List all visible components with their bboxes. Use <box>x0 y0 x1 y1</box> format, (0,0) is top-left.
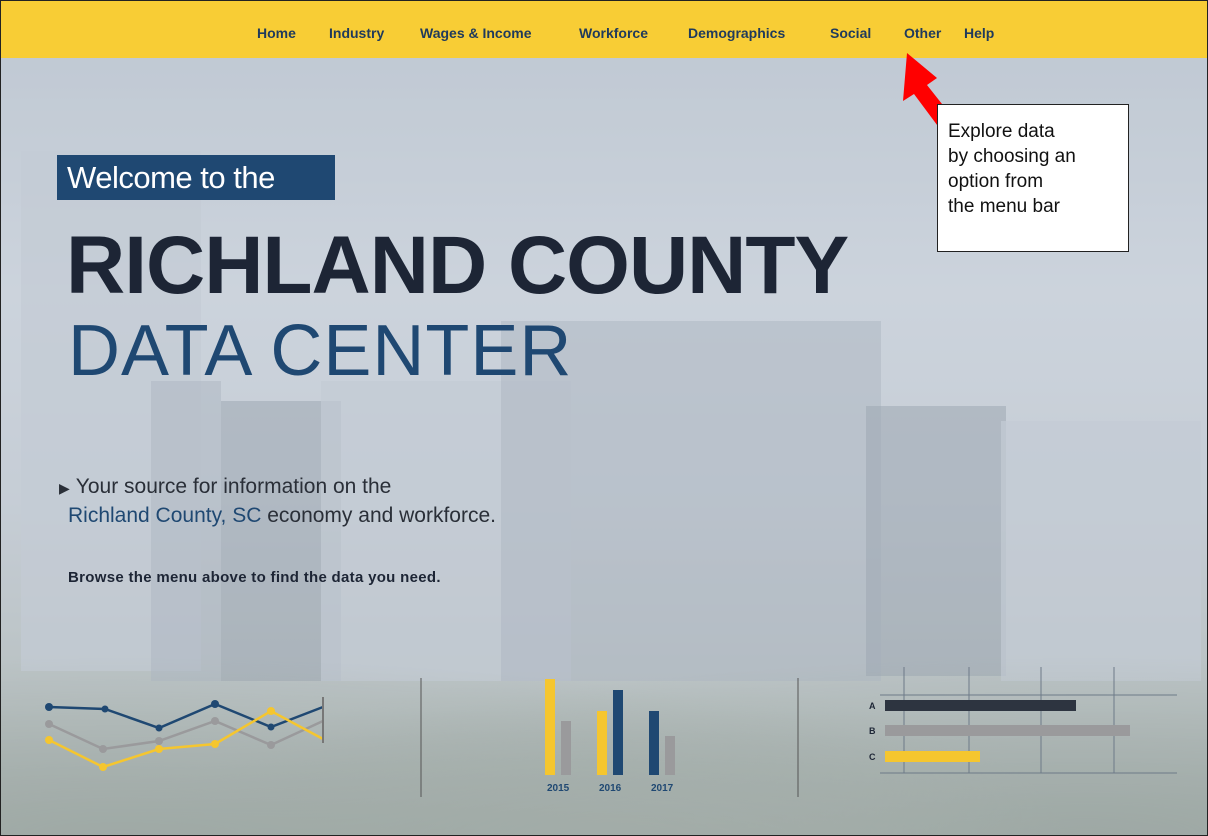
bar-year-2017: 2017 <box>651 783 674 794</box>
hbar-label-c: C <box>869 752 876 762</box>
hbar-label-b: B <box>869 726 876 736</box>
callout-line: the menu bar <box>948 196 1060 217</box>
decorative-line-chart <box>45 697 324 771</box>
hbar-label-a: A <box>869 701 876 711</box>
callout-box: Explore data by choosing an option from … <box>937 104 1129 252</box>
callout-line: by choosing an <box>948 146 1076 167</box>
callout-line: option from <box>948 171 1044 192</box>
bar-year-2015: 2015 <box>547 783 570 794</box>
page-frame: Home Industry Wages & Income Workforce D… <box>0 0 1208 836</box>
decorative-horizontal-bar-chart: A B C <box>869 667 1177 774</box>
decorative-bar-chart: 2015 2016 2017 <box>545 679 675 794</box>
bar-year-2016: 2016 <box>599 783 622 794</box>
callout-line: Explore data <box>948 121 1055 142</box>
